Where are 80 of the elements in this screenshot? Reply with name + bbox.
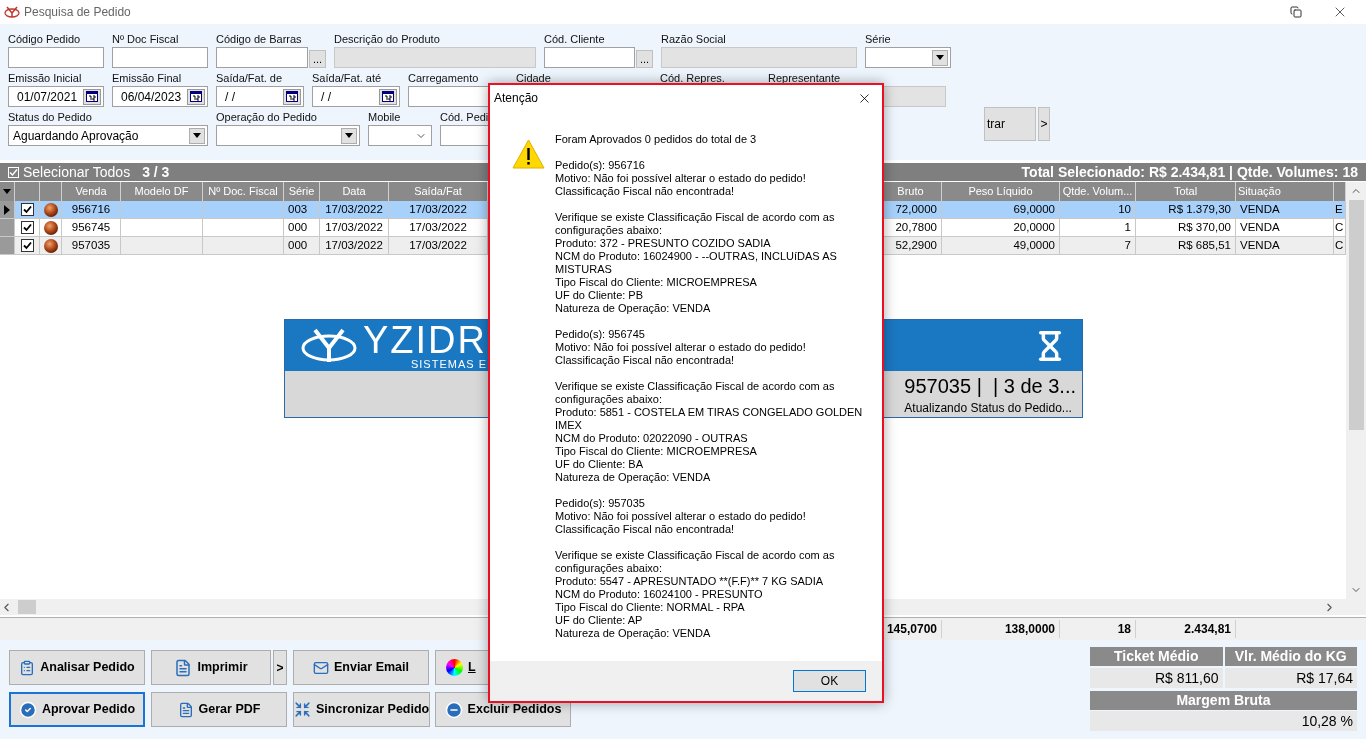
table-cell-text: C [1335,219,1345,235]
table-cell-text: R$ 1.379,30 [1167,201,1231,217]
table-cell-text: VENDA [1240,237,1281,253]
message-paragraph: Pedido(s): 957035 Motivo: Não foi possível alterar o estado do pedido! Classificação Fiscal não encontrada! [555,497,807,536]
table-cell-text: 7 [1123,237,1131,253]
summary-value: R$ 811,60 [1090,668,1223,688]
table-cell-text: 000 [288,219,309,235]
date-value: / / [320,88,331,106]
field-label: Código de Barras [216,33,302,46]
table-cell-text: 956716 [70,201,112,217]
table-cell-text: E [1335,201,1344,217]
field-label: Código Pedido [8,33,81,46]
summary-header: Margem Bruta [1090,691,1357,710]
table-cell-text: 000 [288,237,309,253]
table-cell-text: 10 [1117,201,1131,217]
table-cell-text: 17/03/2022 [408,201,468,217]
field-label: Razão Social [661,33,726,46]
table-cell-text: C [1335,237,1345,253]
date-value: 06/04/2023 [120,88,182,106]
table-cell-text: 20,0000 [1012,219,1055,235]
field-label: Emissão Inicial [8,72,82,85]
field-label: Operação do Pedido [216,111,317,124]
table-cell-text: 52,2900 [894,237,937,253]
summary-header: Ticket Médio [1090,647,1223,666]
field-label: Emissão Final [112,72,182,85]
field-label: Saída/Fat. de [216,72,283,85]
table-cell-text: 17/03/2022 [408,219,468,235]
message-paragraph: Verifique se existe Classificação Fiscal de acordo com as configurações abaixo: Produto: 5547 - APRESUNTADO **(F.F)** 7 KG SADIA NCM do Produto: 16024100 - PRESUNTO Tipo Fiscal do Cliente: NORMAL - RPA UF do Cliente: AP Natureza de Operação: VENDA [555,549,836,640]
combo-value: Aguardando Aprovação [13,127,139,145]
field-label: Status do Pedido [8,111,92,124]
table-cell-text: VENDA [1240,219,1281,235]
field-label: Descrição do Produto [334,33,440,46]
table-cell-text: VENDA [1240,201,1281,217]
table-cell-text: 17/03/2022 [408,237,468,253]
table-cell-text: 72,0000 [894,201,937,217]
total-value: 2.434,81 [1184,622,1231,636]
summary-header: Vlr. Médio do KG [1224,647,1357,666]
summary-value: 10,28 % [1090,711,1357,731]
table-cell-text: 20,7800 [894,219,937,235]
field-label: Carregamento [408,72,479,85]
table-cell-text: R$ 685,51 [1176,237,1231,253]
summary-value: R$ 17,64 [1224,668,1357,688]
field-label: Cód. Cliente [544,33,605,46]
table-cell-text: 17/03/2022 [324,201,384,217]
dialog-title: Atenção [494,90,539,107]
field-label: Cidade [516,72,551,85]
message-paragraph: Verifique se existe Classificação Fiscal de acordo com as configurações abaixo: Produto: 5851 - COSTELA EM TIRAS CONGELADO GOLDEN IMEX NCM do Produto: 02022090 - OUTRAS Tipo Fiscal do Cliente: MICROEMPRESA UF do Cliente: BA Natureza de Operação: VENDA [555,380,863,484]
table-cell-text: 003 [288,201,309,217]
table-cell-text: 957035 [70,237,112,253]
table-cell-text: 1 [1123,219,1131,235]
progress-status: 957035 | | 3 de 3... [904,374,1076,399]
message-paragraph: Pedido(s): 956745 Motivo: Não foi possível alterar o estado do pedido! Classificação Fiscal não encontrada! [555,328,807,367]
field-label: Cód. Pedi [440,111,489,124]
progress-message: Atualizando Status do Pedido... [904,400,1073,417]
field-label: Nº Doc Fiscal [112,33,179,46]
field-label: Cód. Repres. [660,72,725,85]
field-label: Série [865,33,891,46]
field-label: Representante [768,72,841,85]
table-cell-text: 956745 [70,219,112,235]
date-value: / / [224,88,235,106]
total-selected: Total Selecionado: R$ 2.434,81 | Qtde. Volumes: 18 [1021,162,1358,182]
table-cell-text: 17/03/2022 [324,219,384,235]
table-cell-text: 17/03/2022 [324,237,384,253]
table-cell-text: 49,0000 [1012,237,1055,253]
field-label: Saída/Fat. até [312,72,382,85]
total-value: 18 [1117,622,1131,636]
message-paragraph: Foram Aprovados 0 pedidos do total de 3 [555,133,758,146]
logo-subtext: SISTEMAS E [410,359,487,370]
table-cell-text: 69,0000 [1012,201,1055,217]
message-paragraph: Pedido(s): 956716 Motivo: Não foi possível alterar o estado do pedido! Classificação Fiscal não encontrada! [555,159,807,198]
date-value: 01/07/2021 [16,88,78,106]
total-value: 145,0700 [886,622,937,636]
select-all-label: Selecionar Todos [23,162,131,182]
window-title: Pesquisa de Pedido [24,4,131,21]
table-cell-text: R$ 370,00 [1176,219,1231,235]
logo-text: YZIDR [363,321,487,359]
field-label: Mobile [368,111,401,124]
total-value: 138,0000 [1004,622,1055,636]
message-paragraph: Verifique se existe Classificação Fiscal de acordo com as configurações abaixo: Produto: 372 - PRESUNTO COZIDO SADIA NCM do Produto: 16024900 - --OUTRAS, INCLUíDAS AS MISTURAS Tipo Fiscal do Cliente: MICROEMPRESA UF do Cliente: PB Natureza de Operação: VENDA [555,211,838,315]
selection-count: 3 / 3 [142,162,170,182]
